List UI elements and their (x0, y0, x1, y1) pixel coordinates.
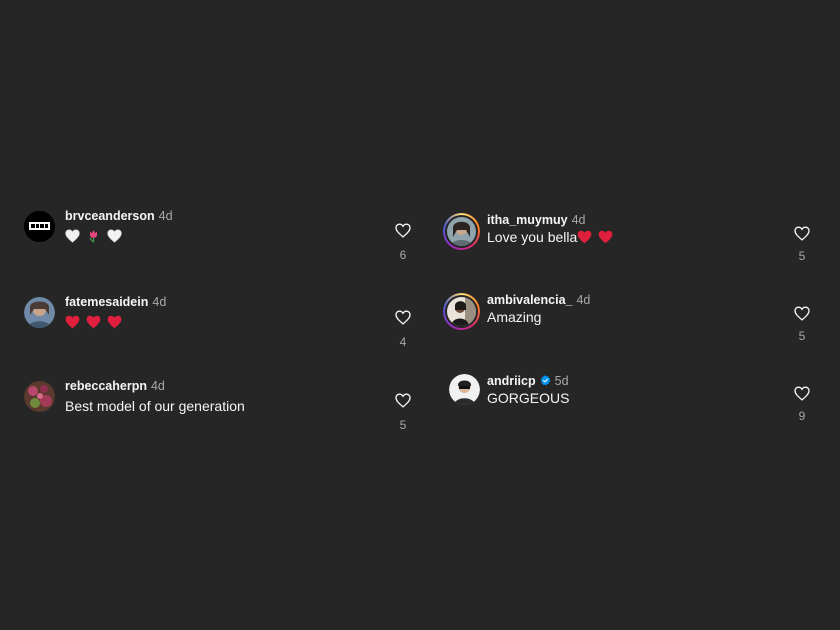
comment-username[interactable]: ambivalencia_ (487, 293, 572, 307)
avatar-story-ring[interactable] (443, 293, 480, 330)
verified-badge-icon (540, 375, 550, 386)
comment-header: itha_muymuy 4d (487, 212, 586, 228)
comment-text: Best model of our generation (65, 398, 245, 414)
comment-item: brvceanderson 4d 6 (0, 205, 420, 275)
like-count: 5 (399, 418, 407, 432)
heart-outline-icon[interactable] (395, 310, 411, 325)
comment-text-content: Love you bella (487, 229, 578, 245)
comment-text (65, 312, 128, 332)
heart-outline-icon[interactable] (395, 393, 411, 408)
red-heart-emoji-icon (577, 230, 592, 244)
avatar-image (24, 211, 55, 242)
avatar-image (447, 217, 476, 246)
white-heart-emoji-icon (107, 229, 122, 243)
comment-item: fatemesaidein 4d 4 (0, 291, 420, 361)
comment-time[interactable]: 4d (576, 293, 590, 307)
avatar-story-ring[interactable] (443, 213, 480, 250)
comment-header: brvceanderson 4d (65, 208, 173, 224)
tulip-emoji-icon (89, 230, 97, 243)
heart-outline-icon[interactable] (395, 223, 411, 238)
comment-text (65, 226, 128, 246)
comment-header: andriicp 5d (487, 373, 569, 389)
avatar[interactable] (24, 211, 55, 242)
comment-username[interactable]: itha_muymuy (487, 213, 568, 227)
heart-outline-icon[interactable] (794, 386, 810, 401)
avatar-image (449, 374, 480, 405)
comment-time[interactable]: 4d (152, 295, 166, 309)
comments-canvas: brvceanderson 4d 6 fatemesaidein 4d 4 re… (0, 0, 840, 630)
avatar[interactable] (449, 374, 480, 405)
red-heart-emoji-icon (598, 230, 613, 244)
red-heart-emoji-icon (65, 315, 80, 329)
comment-header: ambivalencia_ 4d (487, 292, 590, 308)
white-heart-emoji-icon (65, 229, 80, 243)
comment-time[interactable]: 4d (159, 209, 173, 223)
comment-header: rebeccaherpn 4d (65, 378, 165, 394)
comment-username[interactable]: fatemesaidein (65, 295, 148, 309)
comment-item: ambivalencia_ 4d Amazing 5 (420, 289, 840, 359)
avatar[interactable] (24, 297, 55, 328)
like-count: 4 (399, 335, 407, 349)
comment-time[interactable]: 4d (572, 213, 586, 227)
comment-text: GORGEOUS (487, 390, 570, 406)
heart-outline-icon[interactable] (794, 306, 810, 321)
heart-outline-icon[interactable] (794, 226, 810, 241)
comment-time[interactable]: 5d (555, 374, 569, 388)
comment-username[interactable]: rebeccaherpn (65, 379, 147, 393)
like-count: 6 (399, 248, 407, 262)
like-count: 5 (798, 249, 806, 263)
comment-time[interactable]: 4d (151, 379, 165, 393)
avatar-image (24, 297, 55, 328)
comment-username[interactable]: andriicp (487, 374, 536, 388)
comment-text: Love you bella (487, 227, 619, 247)
avatar-image (24, 381, 55, 412)
like-count: 9 (798, 409, 806, 423)
avatar-image (447, 297, 476, 326)
comment-item: itha_muymuy 4d Love you bella 5 (420, 209, 840, 279)
red-heart-emoji-icon (86, 315, 101, 329)
comment-header: fatemesaidein 4d (65, 294, 166, 310)
red-heart-emoji-icon (107, 315, 122, 329)
comment-item: rebeccaherpn 4d Best model of our generat… (0, 375, 420, 445)
avatar[interactable] (24, 381, 55, 412)
comment-username[interactable]: brvceanderson (65, 209, 155, 223)
comment-item: andriicp 5d GORGEOUS 9 (420, 370, 840, 440)
like-count: 5 (798, 329, 806, 343)
comment-text: Amazing (487, 309, 542, 325)
